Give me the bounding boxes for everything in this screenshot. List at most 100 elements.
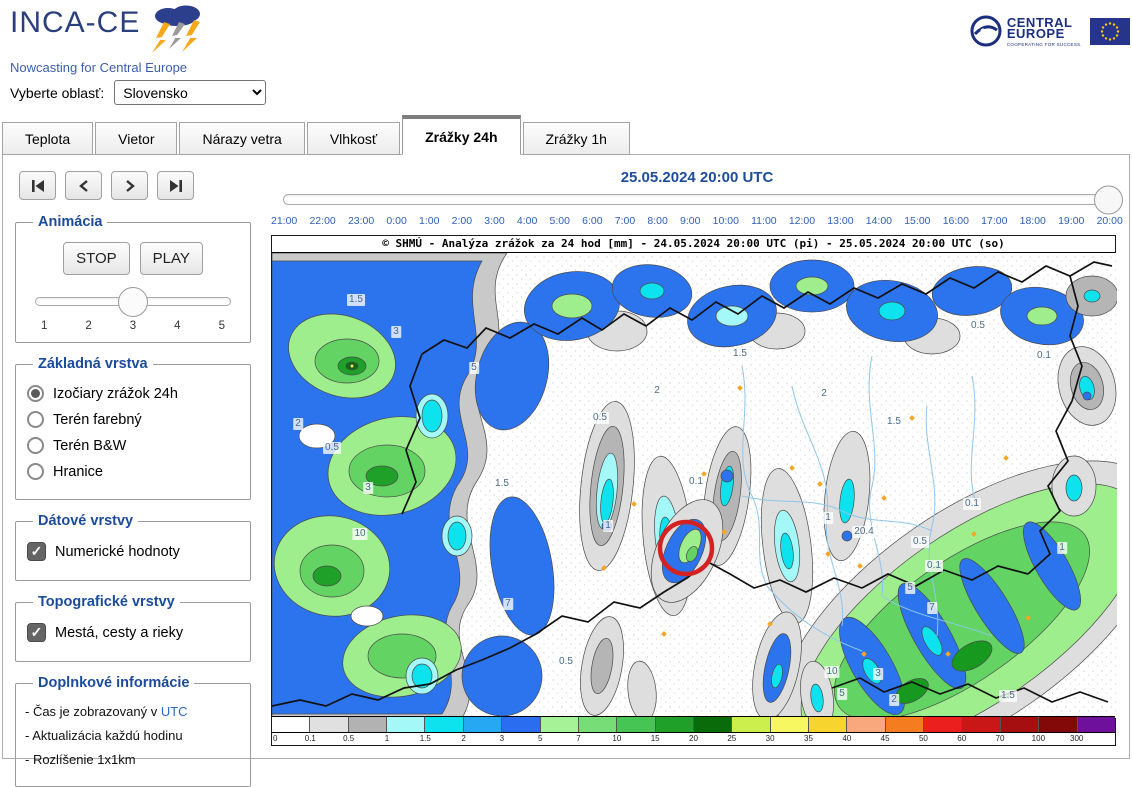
option-label: Mestá, cesty a rieky bbox=[55, 625, 183, 641]
info-line: - Čas je zobrazovaný v UTC bbox=[25, 704, 241, 719]
last-frame-button[interactable] bbox=[157, 171, 194, 200]
data-layers-legend: Dátové vrstvy bbox=[33, 513, 138, 529]
contour-value-label: 2 bbox=[819, 388, 829, 400]
additional-info-section: Doplnkové informácie - Čas je zobrazovan… bbox=[15, 675, 251, 787]
contour-value-label: 1 bbox=[1057, 542, 1067, 554]
tab-vietor[interactable]: Vietor bbox=[95, 122, 177, 155]
colorbar-cell bbox=[962, 717, 1000, 732]
contour-value-label: 0.5 bbox=[323, 442, 341, 454]
data-layer-option[interactable]: ✓Numerické hodnoty bbox=[27, 542, 239, 561]
colorbar-cell bbox=[579, 717, 617, 732]
contour-value-label: 0.1 bbox=[963, 498, 981, 510]
storm-cloud-icon bbox=[146, 4, 208, 59]
radio-button[interactable] bbox=[27, 437, 44, 454]
colorbar-tick-label: 30 bbox=[766, 734, 775, 743]
tab-nárazy-vetra[interactable]: Nárazy vetra bbox=[179, 122, 304, 155]
colorbar-tick-label: 7 bbox=[576, 734, 580, 743]
contour-value-label: 1.5 bbox=[347, 294, 365, 306]
speed-tick-label: 5 bbox=[219, 320, 225, 332]
last-frame-icon bbox=[168, 179, 184, 193]
contour-value-label: 5 bbox=[905, 582, 915, 594]
option-label: Hranice bbox=[53, 464, 103, 480]
logo-title: INCA-CE bbox=[10, 6, 140, 40]
time-tick-label: 11:00 bbox=[751, 215, 777, 227]
contour-value-label: 3 bbox=[873, 668, 883, 680]
base-layer-option[interactable]: Terén farebný bbox=[27, 411, 239, 428]
contour-value-label: 2 bbox=[293, 418, 303, 430]
colorbar-tick-label: 5 bbox=[538, 734, 542, 743]
utc-link[interactable]: UTC bbox=[161, 704, 188, 719]
tab-teplota[interactable]: Teplota bbox=[2, 122, 93, 155]
topo-layers-legend: Topografické vrstvy bbox=[33, 594, 180, 610]
colorbar-cell bbox=[1078, 717, 1115, 732]
first-frame-icon bbox=[30, 179, 46, 193]
central-europe-globe-icon bbox=[969, 14, 1003, 53]
time-tick-label: 10:00 bbox=[713, 215, 739, 227]
stop-button[interactable]: STOP bbox=[63, 242, 130, 275]
topo-layer-option[interactable]: ✓ Mestá, cesty a rieky bbox=[27, 623, 239, 642]
region-select[interactable]: Slovensko bbox=[114, 80, 266, 105]
colorbar-cell bbox=[349, 717, 387, 732]
tab-zrážky-1h[interactable]: Zrážky 1h bbox=[523, 122, 630, 155]
time-slider-thumb[interactable] bbox=[1094, 185, 1123, 214]
colorbar-tick-label: 10 bbox=[612, 734, 621, 743]
colorbar-tick-label: 1.5 bbox=[420, 734, 431, 743]
base-layer-legend: Základná vrstva bbox=[33, 356, 153, 372]
time-slider[interactable] bbox=[283, 194, 1109, 205]
animation-speed-slider-thumb[interactable] bbox=[118, 287, 148, 317]
contour-value-label: 10 bbox=[352, 528, 367, 540]
time-tick-label: 0:00 bbox=[386, 215, 406, 227]
contour-value-label: 0.5 bbox=[911, 536, 929, 548]
colorbar-tick-label: 45 bbox=[881, 734, 890, 743]
contour-value-label: 5 bbox=[837, 688, 847, 700]
time-tick-label: 8:00 bbox=[647, 215, 667, 227]
tab-vlhkosť[interactable]: Vlhkosť bbox=[307, 122, 400, 155]
colorbar-tick-label: 15 bbox=[651, 734, 660, 743]
first-frame-button[interactable] bbox=[19, 171, 56, 200]
speed-tick-label: 3 bbox=[130, 320, 136, 332]
play-button[interactable]: PLAY bbox=[140, 242, 203, 275]
option-label: Terén B&W bbox=[53, 438, 126, 454]
base-layer-option[interactable]: Hranice bbox=[27, 463, 239, 480]
animation-speed-scale: 12345 bbox=[25, 320, 241, 332]
colorbar-tick-label: 70 bbox=[996, 734, 1005, 743]
contour-value-label: 1 bbox=[823, 512, 833, 524]
ce-logo-tagline: COOPERATING FOR SUCCESS. bbox=[1007, 39, 1082, 50]
tab-zrážky-24h[interactable]: Zrážky 24h bbox=[402, 115, 520, 155]
info-line: - Aktualizácia každú hodinu bbox=[25, 728, 241, 743]
time-tick-label: 9:00 bbox=[680, 215, 700, 227]
colorbar-cell bbox=[924, 717, 962, 732]
colorbar-tick-label: 60 bbox=[957, 734, 966, 743]
base-layer-option[interactable]: Izočiary zrážok 24h bbox=[27, 385, 239, 402]
radio-button[interactable] bbox=[27, 411, 44, 428]
colorbar-cell bbox=[1001, 717, 1039, 732]
colorbar-cell bbox=[886, 717, 924, 732]
next-frame-button[interactable] bbox=[111, 171, 148, 200]
time-tick-label: 3:00 bbox=[484, 215, 504, 227]
animation-speed-slider[interactable] bbox=[35, 297, 231, 306]
eu-flag-icon bbox=[1090, 18, 1130, 50]
checkbox-checked[interactable]: ✓ bbox=[27, 542, 46, 561]
base-layer-option[interactable]: Terén B&W bbox=[27, 437, 239, 454]
colorbar-tick-label: 3 bbox=[500, 734, 504, 743]
checkbox-checked[interactable]: ✓ bbox=[27, 623, 46, 642]
contour-value-label: 0.5 bbox=[557, 656, 575, 668]
inca-ce-logo: INCA-CE Nowcasting for Central Europe bbox=[10, 6, 208, 75]
radio-button-selected[interactable] bbox=[27, 385, 44, 402]
previous-frame-button[interactable] bbox=[65, 171, 102, 200]
time-tick-label: 20:00 bbox=[1097, 215, 1123, 227]
time-tick-label: 21:00 bbox=[271, 215, 297, 227]
next-frame-icon bbox=[123, 179, 137, 193]
radio-button[interactable] bbox=[27, 463, 44, 480]
info-line: - Rozlíšenie 1x1km bbox=[25, 752, 241, 767]
colorbar-tick-label: 50 bbox=[919, 734, 928, 743]
option-label: Terén farebný bbox=[53, 412, 142, 428]
animation-legend: Animácia bbox=[33, 214, 107, 230]
colorbar-cell bbox=[425, 717, 463, 732]
precipitation-map[interactable]: © SHMÚ - Analýza zrážok za 24 hod [mm] -… bbox=[271, 235, 1116, 746]
map-title: © SHMÚ - Analýza zrážok za 24 hod [mm] -… bbox=[272, 236, 1115, 253]
contour-value-label: 2 bbox=[889, 694, 899, 706]
contour-value-label: 0.1 bbox=[925, 560, 943, 572]
previous-frame-icon bbox=[77, 179, 91, 193]
contour-value-label: 1.5 bbox=[999, 690, 1017, 702]
